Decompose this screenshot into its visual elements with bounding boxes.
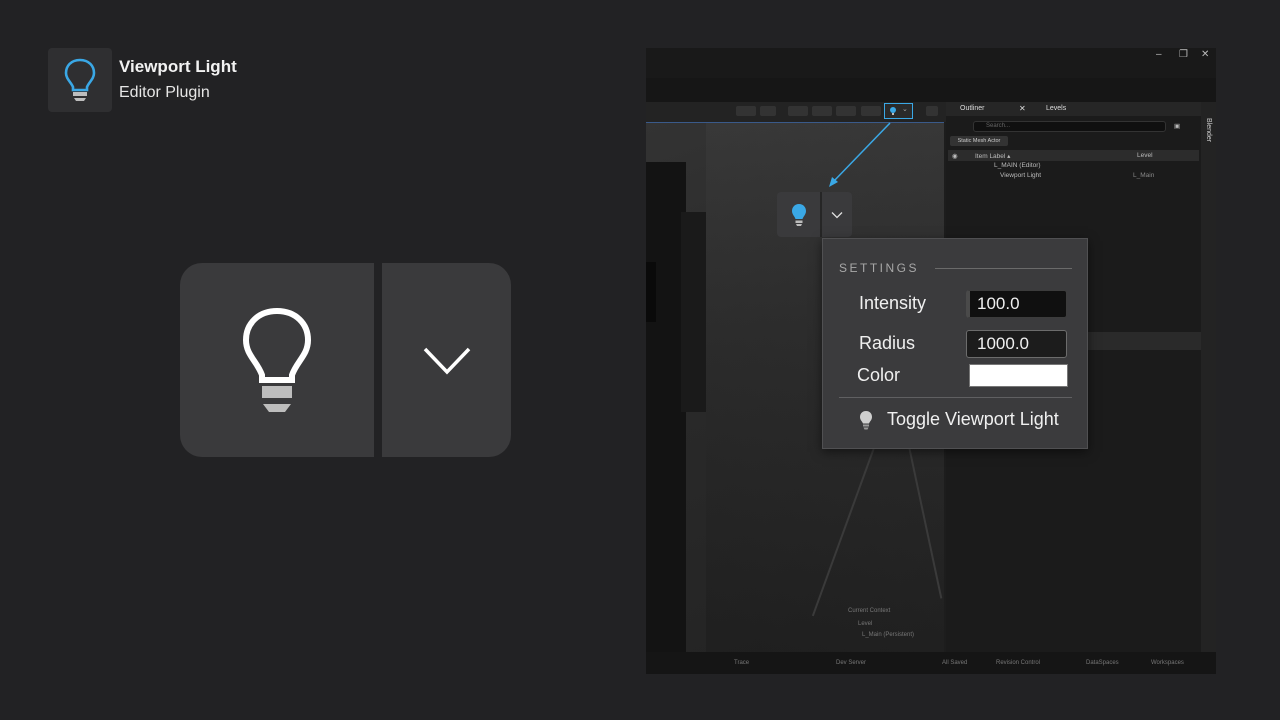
popup-divider [839, 397, 1072, 398]
current-context-level-label: Level [858, 621, 873, 627]
column-item-label[interactable]: Item Label ▴ [975, 152, 1010, 160]
outliner-search-input[interactable]: Search... [973, 121, 1166, 132]
plugin-subtitle: Editor Plugin [119, 84, 210, 101]
intensity-input[interactable]: 100.0 [966, 290, 1067, 318]
visibility-eye-icon[interactable]: ◉ [952, 152, 958, 160]
settings-header: SETTINGS [839, 261, 920, 275]
status-workspaces[interactable]: Workspaces [1151, 660, 1184, 666]
lightbulb-icon [791, 203, 806, 226]
status-trace[interactable]: Trace [734, 660, 749, 666]
add-folder-icon[interactable]: ▣ [1174, 122, 1180, 130]
viewport-focus-edge [646, 122, 944, 123]
tab-outliner[interactable]: Outliner [960, 105, 985, 112]
toolbar-viewport-light-button[interactable]: ⌄ [884, 103, 913, 119]
chevron-down-icon [423, 347, 470, 375]
close-button[interactable]: ✕ [1201, 49, 1209, 60]
toggle-light-button[interactable] [180, 263, 374, 457]
viewport-light-button-small [777, 192, 852, 237]
tree-item-level-name: L_Main [1133, 172, 1155, 179]
side-strip [1201, 102, 1216, 652]
toggle-viewport-light-item[interactable]: Toggle Viewport Light [859, 409, 1059, 430]
chevron-down-icon [831, 211, 843, 218]
tree-item-level[interactable]: L_MAIN (Editor) [994, 162, 1041, 169]
status-revision-control[interactable]: Revision Control [996, 660, 1040, 666]
chevron-down-icon: ⌄ [902, 106, 908, 113]
current-context-level-value: L_Main (Persistent) [862, 632, 915, 638]
lightbulb-icon [890, 107, 896, 115]
filter-chip[interactable]: Static Mesh Actor [950, 136, 1008, 146]
blender-tab[interactable]: Blender [1205, 118, 1212, 142]
lightbulb-icon [860, 410, 872, 429]
toggle-light-button-small[interactable] [777, 192, 820, 237]
settings-dropdown-button[interactable] [382, 263, 511, 457]
tab-levels[interactable]: Levels [1046, 105, 1066, 112]
settings-dropdown-button-small[interactable] [822, 192, 852, 237]
header-divider [935, 268, 1072, 269]
lightbulb-icon [64, 58, 96, 101]
settings-popup: SETTINGS Intensity 100.0 Radius 1000.0 C… [822, 238, 1088, 449]
column-level[interactable]: Level [1137, 152, 1153, 159]
radius-label: Radius [859, 333, 916, 353]
viewport-light-button-large [180, 263, 511, 457]
intensity-label: Intensity [859, 293, 927, 313]
menu-bar [646, 78, 1216, 102]
status-dev-server[interactable]: Dev Server [836, 660, 866, 666]
plugin-title: Viewport Light [119, 57, 237, 76]
toggle-viewport-light-label: Toggle Viewport Light [887, 409, 1059, 429]
tab-outliner-close[interactable]: ✕ [1019, 104, 1026, 113]
button-separator [374, 263, 382, 457]
status-dataspaces[interactable]: DataSpaces [1086, 660, 1119, 666]
status-bar: Trace Dev Server All Saved Revision Cont… [646, 652, 1216, 674]
color-swatch[interactable] [969, 364, 1068, 387]
tree-item-viewport-light[interactable]: Viewport Light [1000, 172, 1041, 179]
restore-button[interactable]: ❐ [1179, 49, 1188, 60]
window-titlebar [646, 48, 1216, 78]
minimize-button[interactable]: – [1156, 49, 1162, 60]
status-all-saved[interactable]: All Saved [942, 660, 967, 666]
plugin-logo [48, 48, 112, 112]
color-label: Color [857, 365, 901, 385]
lightbulb-icon [242, 307, 312, 412]
radius-input[interactable]: 1000.0 [966, 330, 1067, 358]
current-context-title: Current Context [848, 608, 891, 614]
